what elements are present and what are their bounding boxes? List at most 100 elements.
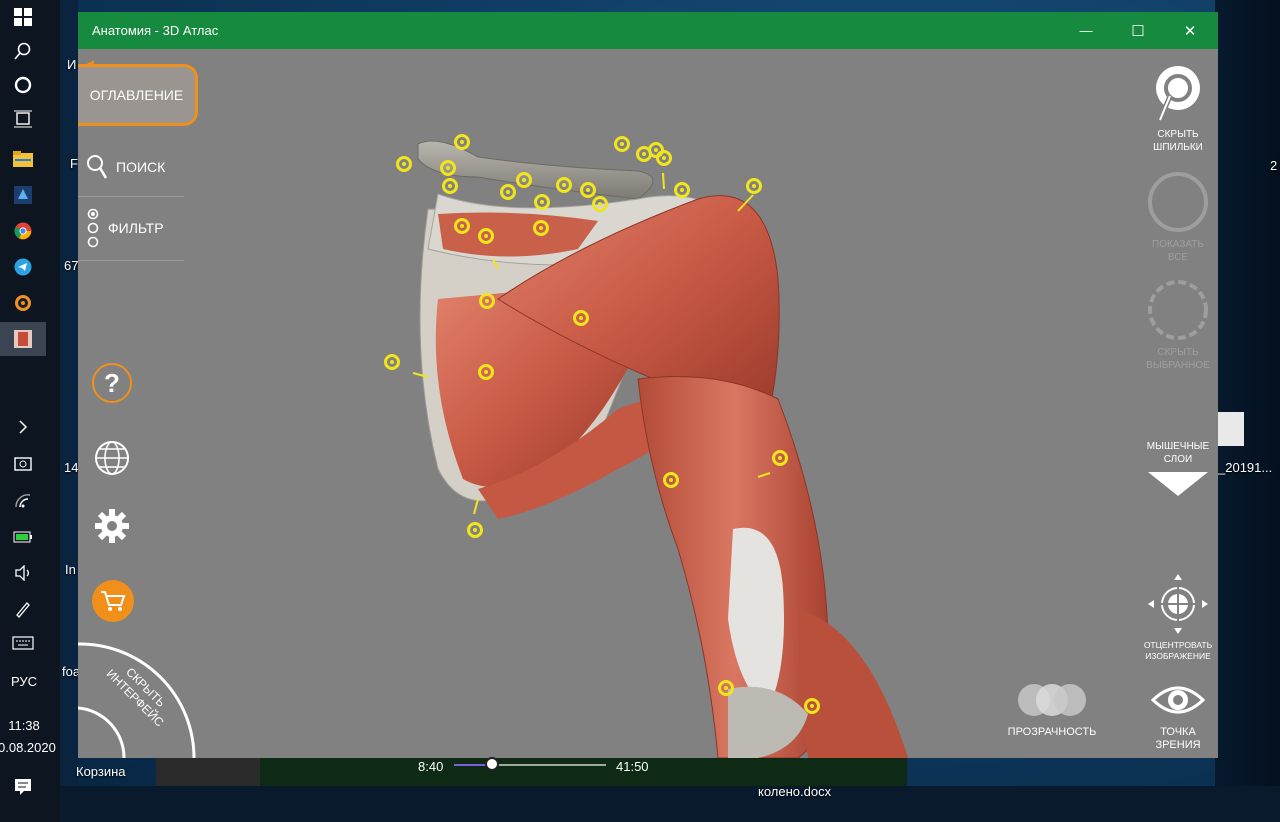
anatomy-pin[interactable] bbox=[674, 182, 690, 198]
search-button[interactable]: ПОИСК bbox=[86, 154, 165, 180]
anatomy-pin[interactable] bbox=[804, 698, 820, 714]
desktop-icon-label[interactable]: F bbox=[70, 156, 78, 171]
tray-sync-icon[interactable] bbox=[0, 447, 46, 481]
muscle-layers-label-1: МЫШЕЧНЫЕ bbox=[1146, 441, 1210, 452]
anatomy-pin[interactable] bbox=[384, 354, 400, 370]
media-progress-bar: 8:40 41:50 bbox=[156, 757, 907, 786]
title-bar[interactable]: Анатомия - 3D Атлас — ☐ ✕ bbox=[78, 12, 1218, 49]
center-image-label-1: ОТЦЕНТРОВАТЬ bbox=[1143, 640, 1213, 650]
anatomy-pin[interactable] bbox=[534, 194, 550, 210]
desktop-icon-label[interactable]: _20191... bbox=[1218, 460, 1272, 475]
anatomy-pin[interactable] bbox=[718, 680, 734, 696]
anatomy-pin[interactable] bbox=[516, 172, 532, 188]
battery-icon[interactable] bbox=[0, 520, 46, 554]
clock-time[interactable]: 11:38 bbox=[0, 718, 54, 733]
table-of-contents-button[interactable]: ОГЛАВЛЕНИЕ bbox=[78, 64, 198, 126]
language-button[interactable] bbox=[92, 438, 132, 478]
viewpoint-label-1: ТОЧКА bbox=[1160, 726, 1196, 738]
help-button[interactable]: ? bbox=[92, 363, 132, 403]
pen-icon[interactable] bbox=[0, 592, 46, 626]
media-total-time: 41:50 bbox=[616, 759, 649, 774]
hide-pins-label-2: ШПИЛЬКИ bbox=[1153, 142, 1203, 153]
globe-icon bbox=[95, 441, 129, 475]
anatomy-pin[interactable] bbox=[500, 184, 516, 200]
anatomy-pin[interactable] bbox=[479, 293, 495, 309]
show-all-label-1: ПОКАЗАТЬ bbox=[1152, 239, 1204, 250]
media-current-time: 8:40 bbox=[418, 759, 444, 774]
anatomy-pin[interactable] bbox=[663, 472, 679, 488]
center-image-button[interactable]: ОТЦЕНТРОВАТЬ ИЗОБРАЖЕНИЕ bbox=[1130, 572, 1218, 662]
hide-pins-button[interactable]: СКРЫТЬ ШПИЛЬКИ bbox=[1130, 62, 1218, 154]
wifi-icon[interactable] bbox=[0, 484, 46, 518]
cortana-icon[interactable] bbox=[0, 68, 46, 102]
transparency-icon bbox=[1018, 684, 1086, 716]
search-label: ПОИСК bbox=[116, 159, 166, 175]
anatomy-pin[interactable] bbox=[467, 522, 483, 538]
close-button[interactable]: ✕ bbox=[1164, 12, 1216, 49]
search-icon[interactable] bbox=[0, 34, 46, 68]
telegram-icon[interactable] bbox=[0, 250, 46, 284]
keyboard-icon[interactable] bbox=[0, 626, 46, 660]
anatomy-pin[interactable] bbox=[442, 178, 458, 194]
maximize-button[interactable]: ☐ bbox=[1112, 12, 1164, 49]
hide-selected-button[interactable]: СКРЫТЬ ВЫБРАННОЕ bbox=[1130, 278, 1218, 372]
anatomy-pin[interactable] bbox=[614, 136, 630, 152]
anatomy-pin[interactable] bbox=[396, 156, 412, 172]
transparency-button[interactable]: ПРОЗРАЧНОСТЬ bbox=[1004, 682, 1100, 739]
anatomy-pin[interactable] bbox=[580, 182, 596, 198]
anatomy-pin[interactable] bbox=[440, 160, 456, 176]
anatomy-pin[interactable] bbox=[772, 450, 788, 466]
anatomy-pin[interactable] bbox=[533, 220, 549, 236]
toc-label: ОГЛАВЛЕНИЕ bbox=[89, 87, 184, 103]
forearm-muscles[interactable] bbox=[798, 609, 908, 758]
show-all-icon bbox=[1148, 172, 1208, 232]
muscle-layers-button[interactable]: МЫШЕЧНЫЕ СЛОИ bbox=[1130, 440, 1218, 502]
media-seek-handle[interactable] bbox=[485, 757, 499, 771]
viewpoint-label-2: ЗРЕНИЯ bbox=[1155, 739, 1201, 751]
input-language-indicator[interactable]: РУС bbox=[0, 674, 54, 689]
anatomy-pin[interactable] bbox=[556, 177, 572, 193]
hide-pins-label-1: СКРЫТЬ bbox=[1157, 129, 1199, 140]
file-explorer-icon[interactable] bbox=[0, 142, 46, 176]
gear-icon bbox=[95, 509, 129, 543]
desktop-icon-label[interactable]: И bbox=[67, 57, 76, 72]
hide-selected-label-2: ВЫБРАННОЕ bbox=[1146, 360, 1210, 371]
transparency-label: ПРОЗРАЧНОСТЬ bbox=[1007, 726, 1097, 738]
show-all-button[interactable]: ПОКАЗАТЬ ВСЕ bbox=[1130, 170, 1218, 264]
menu-divider bbox=[78, 260, 184, 261]
chrome-icon[interactable] bbox=[0, 214, 46, 248]
volume-icon[interactable] bbox=[0, 556, 46, 590]
chevron-right-icon[interactable] bbox=[0, 410, 46, 444]
clock-date[interactable]: 0.08.2020 bbox=[0, 740, 60, 755]
windows-start-icon[interactable] bbox=[0, 0, 46, 34]
desktop-icon-label[interactable]: 67 bbox=[64, 258, 78, 273]
desktop-tree-silhouette bbox=[60, 0, 78, 822]
desktop-icon-label[interactable]: In bbox=[65, 562, 76, 577]
desktop-file-thumbnail[interactable] bbox=[1218, 412, 1244, 446]
desktop-icon-label[interactable]: 14 bbox=[64, 460, 78, 475]
task-view-icon[interactable] bbox=[0, 102, 46, 136]
taskbar: РУС 11:38 0.08.2020 bbox=[0, 0, 60, 822]
anatomy-pin[interactable] bbox=[746, 178, 762, 194]
media-player-icon[interactable] bbox=[0, 286, 46, 320]
desktop-ground bbox=[60, 786, 1280, 822]
anatomy-pin[interactable] bbox=[592, 196, 608, 212]
action-center-icon[interactable] bbox=[0, 770, 46, 804]
app-icon[interactable] bbox=[0, 178, 46, 212]
minimize-button[interactable]: — bbox=[1060, 12, 1112, 49]
desktop-icon-label[interactable]: 2 bbox=[1270, 158, 1277, 173]
settings-button[interactable] bbox=[92, 506, 132, 546]
anatomy-pin[interactable] bbox=[573, 310, 589, 326]
crosshair-icon bbox=[1148, 574, 1208, 634]
viewpoint-button[interactable]: ТОЧКА ЗРЕНИЯ bbox=[1130, 682, 1218, 752]
desktop-icon-label[interactable]: колено.docx bbox=[758, 784, 831, 799]
anatomy-app-icon[interactable] bbox=[0, 322, 46, 356]
anatomy-pin[interactable] bbox=[454, 218, 470, 234]
anatomy-pin[interactable] bbox=[656, 150, 672, 166]
filter-button[interactable]: ФИЛЬТР bbox=[86, 208, 164, 248]
anatomy-pin[interactable] bbox=[454, 134, 470, 150]
anatomy-pin[interactable] bbox=[478, 364, 494, 380]
anatomy-pin[interactable] bbox=[478, 228, 494, 244]
recycle-bin-label[interactable]: Корзина bbox=[76, 764, 126, 779]
store-button[interactable] bbox=[92, 580, 134, 622]
